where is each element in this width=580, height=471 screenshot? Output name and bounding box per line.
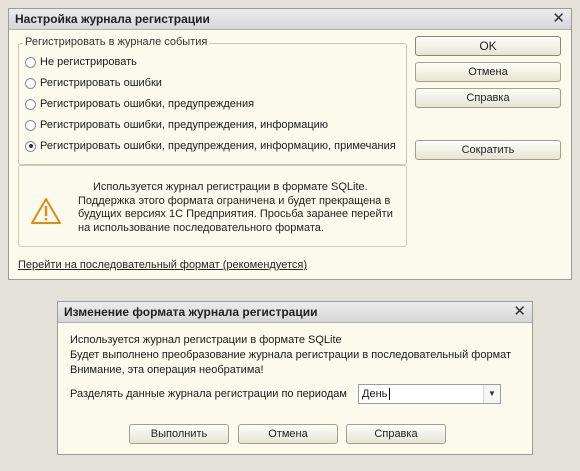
- warning-text: Используется журнал регистрации в формат…: [78, 181, 393, 235]
- radio-button-icon[interactable]: [25, 98, 36, 110]
- radio-errors[interactable]: Регистрировать ошибки: [25, 75, 162, 91]
- info-line: Используется журнал регистрации в формат…: [70, 334, 342, 346]
- info-line: Будет выполнено преобразование журнала р…: [70, 349, 512, 361]
- radio-label: Регистрировать ошибки, предупреждения, и…: [40, 140, 396, 152]
- log-settings-dialog: Настройка журнала регистрации ✕ Регистри…: [8, 8, 572, 280]
- radio-errors-warnings-info-notes[interactable]: Регистрировать ошибки, предупреждения, и…: [25, 138, 396, 154]
- switch-format-link[interactable]: Перейти на последовательный формат (реко…: [18, 259, 307, 271]
- period-select[interactable]: День ▼: [358, 384, 501, 404]
- period-select-value[interactable]: День: [362, 388, 387, 400]
- warning-line: на использование последовательного форма…: [78, 221, 324, 234]
- sqlite-warning-panel: Используется журнал регистрации в формат…: [18, 165, 407, 247]
- cancel-button[interactable]: Отмена: [238, 424, 338, 444]
- warning-line: Поддержка этого формата ограничена и буд…: [78, 194, 391, 207]
- help-button[interactable]: Справка: [346, 424, 446, 444]
- warning-line: будущих версиях 1С Предприятия. Просьба …: [78, 208, 393, 220]
- warning-icon: [31, 198, 61, 224]
- radio-button-icon[interactable]: [25, 56, 36, 68]
- cancel-button[interactable]: Отмена: [415, 62, 561, 82]
- radio-button-icon[interactable]: [25, 119, 36, 131]
- shrink-button[interactable]: Сократить: [415, 140, 561, 160]
- radio-button-selected-icon[interactable]: [25, 140, 36, 152]
- ok-button[interactable]: OK: [415, 36, 561, 56]
- events-group: Регистрировать в журнале события Не реги…: [18, 36, 407, 165]
- group-title: Регистрировать в журнале события: [23, 36, 210, 48]
- warning-line: Используется журнал регистрации в формат…: [93, 181, 368, 193]
- radio-errors-warnings-info[interactable]: Регистрировать ошибки, предупреждения, и…: [25, 117, 328, 133]
- close-icon[interactable]: ✕: [513, 303, 526, 321]
- title-bar[interactable]: Настройка журнала регистрации ✕: [9, 9, 571, 30]
- period-label: Разделять данные журнала регистрации по …: [70, 388, 347, 400]
- format-change-dialog: Изменение формата журнала регистрации ✕ …: [57, 301, 533, 455]
- text-cursor: [389, 388, 390, 400]
- run-button[interactable]: Выполнить: [129, 424, 229, 444]
- dialog-title: Изменение формата журнала регистрации: [64, 305, 318, 319]
- radio-label: Не регистрировать: [40, 56, 137, 68]
- warning-line: Внимание, эта операция необратима!: [70, 364, 264, 376]
- radio-button-icon[interactable]: [25, 77, 36, 89]
- radio-label: Регистрировать ошибки, предупреждения, и…: [40, 119, 329, 131]
- help-button[interactable]: Справка: [415, 88, 561, 108]
- radio-label: Регистрировать ошибки: [40, 77, 162, 89]
- chevron-down-icon[interactable]: ▼: [483, 385, 500, 403]
- radio-label: Регистрировать ошибки, предупреждения: [40, 98, 255, 110]
- radio-errors-warnings[interactable]: Регистрировать ошибки, предупреждения: [25, 96, 254, 112]
- title-bar[interactable]: Изменение формата журнала регистрации ✕: [58, 302, 532, 323]
- dialog-title: Настройка журнала регистрации: [15, 12, 210, 26]
- radio-no-log[interactable]: Не регистрировать: [25, 54, 137, 70]
- close-icon[interactable]: ✕: [552, 10, 565, 28]
